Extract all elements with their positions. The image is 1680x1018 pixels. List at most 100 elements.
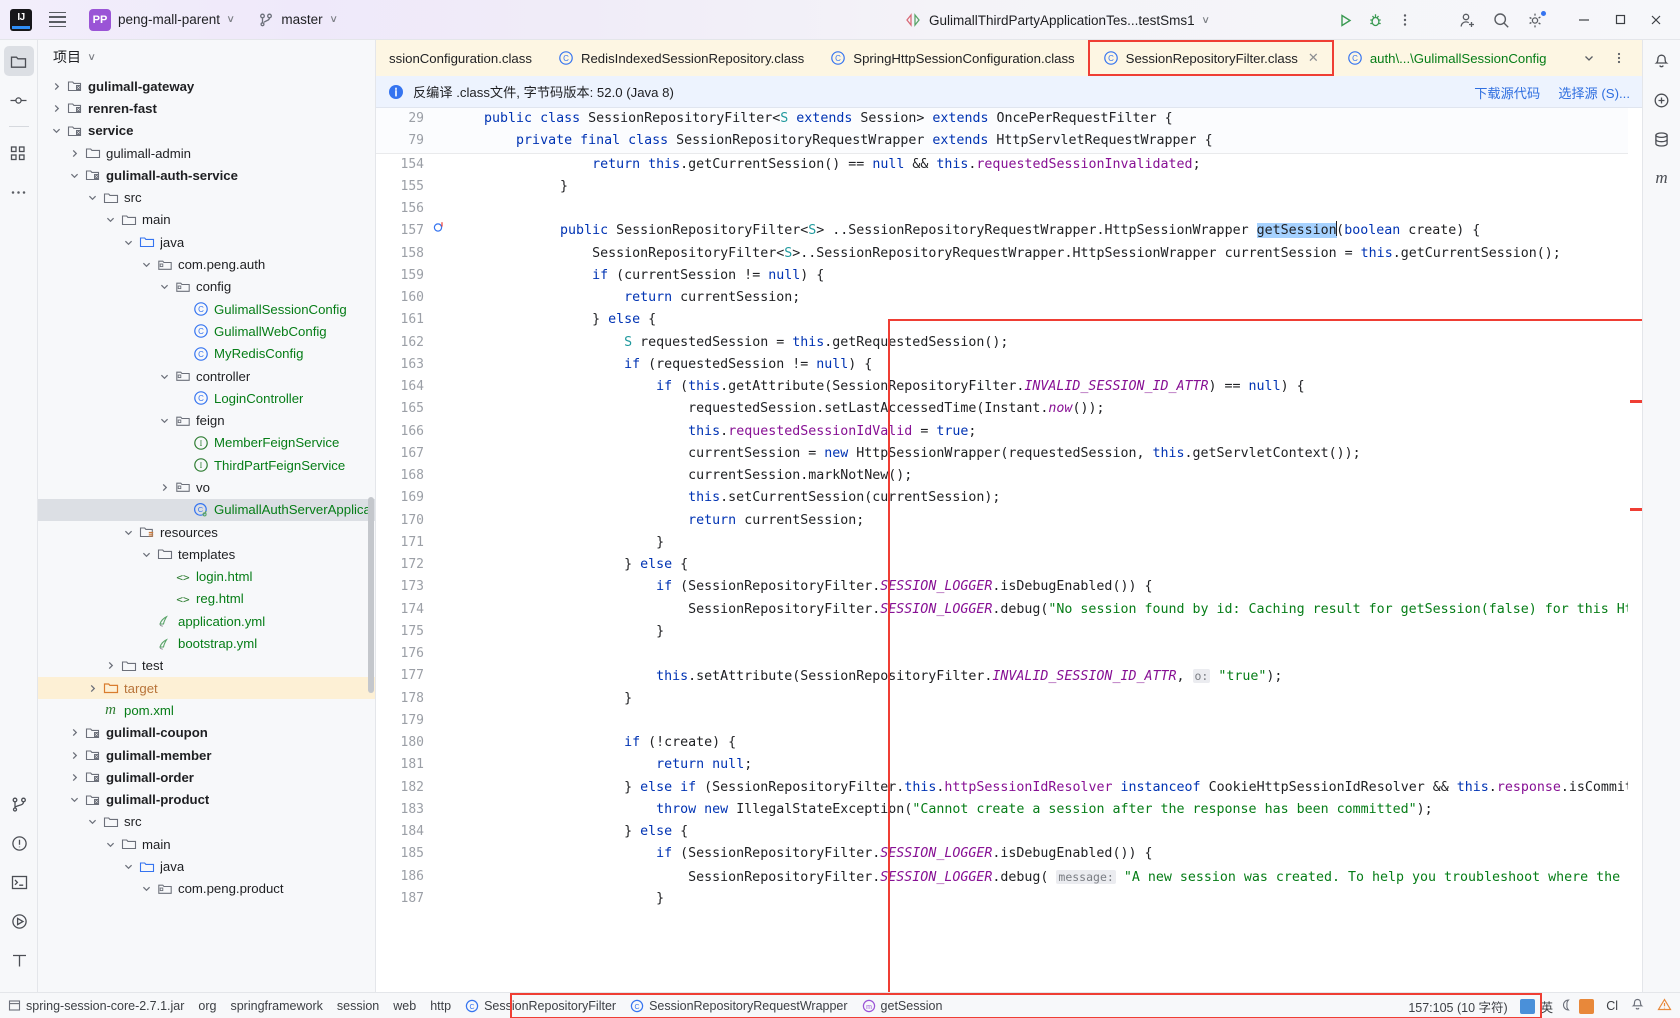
chevron-right-icon[interactable] [64,727,84,738]
tree-node-feign[interactable]: feign [38,409,375,431]
project-selector[interactable]: PP peng-mall-parent ∨ [84,7,239,33]
chevron-right-icon[interactable] [64,772,84,783]
code-line[interactable]: 162 S requestedSession = this.getRequest… [376,332,1642,354]
chevron-right-icon[interactable] [100,660,120,671]
code-line-text[interactable]: return currentSession; [492,510,1642,532]
tree-node-gulimall-auth-service[interactable]: gulimall-auth-service [38,164,375,186]
chevron-right-icon[interactable] [46,81,66,92]
error-marker[interactable] [1630,400,1642,403]
code-line-text[interactable]: } [492,176,1642,198]
status-jar-breadcrumb[interactable]: spring-session-core-2.7.1.jar [8,999,184,1013]
tool-button-database[interactable] [1647,124,1677,154]
code-line[interactable]: 170 return currentSession; [376,510,1642,532]
tree-node-gulimallsessionconfig[interactable]: C GulimallSessionConfig [38,298,375,320]
code-line-text[interactable]: if (currentSession != null) { [492,265,1642,287]
tree-node-gulimall-product[interactable]: gulimall-product [38,789,375,811]
editor-tab-redisindexedsessionrepository-class[interactable]: C RedisIndexedSessionRepository.class [545,40,817,76]
tree-node-application-yml[interactable]: application.yml [38,610,375,632]
project-tree[interactable]: gulimall-gateway renren-fast service gulima… [38,74,375,992]
tree-node-src[interactable]: src [38,186,375,208]
code-line[interactable]: 167 currentSession = new HttpSessionWrap… [376,443,1642,465]
code-lines[interactable]: 154 return this.getCurrentSession() == n… [376,154,1642,911]
error-marker[interactable] [1630,508,1642,511]
code-line-text[interactable]: } [492,688,1642,710]
code-line[interactable]: 164 if (this.getAttribute(SessionReposit… [376,376,1642,398]
tool-button-structure[interactable] [4,138,34,168]
code-line[interactable]: 171 } [376,532,1642,554]
choose-sources-link[interactable]: 选择源 (S)... [1558,83,1630,102]
tree-node-java[interactable]: java [38,855,375,877]
tree-node-gulimall-coupon[interactable]: gulimall-coupon [38,722,375,744]
chevron-down-icon[interactable] [154,415,174,426]
code-line-text[interactable]: currentSession = new HttpSessionWrapper(… [492,443,1642,465]
code-line[interactable]: 174 SessionRepositoryFilter.SESSION_LOGG… [376,599,1642,621]
tree-node-bootstrap-yml[interactable]: bootstrap.yml [38,632,375,654]
minimize-icon[interactable] [1566,0,1602,40]
code-line-text[interactable]: if (requestedSession != null) { [492,354,1642,376]
code-line[interactable]: 172 } else { [376,554,1642,576]
breadcrumb-class-sessionrepositoryfilter[interactable]: C SessionRepositoryFilter [465,999,616,1013]
code-line-text[interactable]: S requestedSession = this.getRequestedSe… [492,332,1642,354]
tool-button-more[interactable] [4,177,34,207]
tree-node-templates[interactable]: templates [38,543,375,565]
code-line[interactable]: 185 if (SessionRepositoryFilter.SESSION_… [376,843,1642,865]
breadcrumb-method-getsession[interactable]: m getSession [862,999,942,1013]
tree-node-src[interactable]: src [38,811,375,833]
editor-right-gutter[interactable] [1628,108,1642,992]
code-line[interactable]: 168 currentSession.markNotNew(); [376,465,1642,487]
tree-node-test[interactable]: test [38,655,375,677]
tool-button-run[interactable] [4,906,34,936]
chevron-down-icon[interactable] [46,125,66,136]
code-line-text[interactable]: } [492,532,1642,554]
code-line[interactable]: 179 [376,710,1642,732]
run-button[interactable] [1330,5,1360,35]
code-line-text[interactable]: SessionRepositoryFilter.SESSION_LOGGER.d… [492,599,1642,621]
tree-node-resources[interactable]: resources [38,521,375,543]
code-line[interactable]: 163 if (requestedSession != null) { [376,354,1642,376]
chevron-down-icon[interactable] [118,237,138,248]
code-line[interactable]: 161 } else { [376,309,1642,331]
breadcrumb-class-sessionrepositoryrequestwrapper[interactable]: C SessionRepositoryRequestWrapper [630,999,848,1013]
tree-node-logincontroller[interactable]: C LoginController [38,387,375,409]
add-user-icon[interactable] [1450,5,1484,35]
chevron-down-icon[interactable] [1574,43,1604,73]
code-line[interactable]: 178 } [376,688,1642,710]
breadcrumb-web[interactable]: web [393,999,416,1013]
notification-bell-icon[interactable] [1630,997,1645,1015]
tree-node-reg-html[interactable]: <> reg.html [38,588,375,610]
chevron-down-icon[interactable] [136,883,156,894]
code-line[interactable]: 182 } else if (SessionRepositoryFilter.t… [376,777,1642,799]
code-line[interactable]: 165 requestedSession.setLastAccessedTime… [376,398,1642,420]
editor-tabs[interactable]: ssionConfiguration.class C RedisIndexedSes… [376,40,1574,76]
code-line-text[interactable]: return null; [492,754,1642,776]
code-line-text[interactable]: public SessionRepositoryFilter<S> ..Sess… [492,220,1642,242]
code-line-text[interactable]: if (SessionRepositoryFilter.SESSION_LOGG… [492,576,1642,598]
chevron-down-icon[interactable] [82,192,102,203]
code-line[interactable]: 181 return null; [376,754,1642,776]
chevron-down-icon[interactable]: ∨ [87,52,96,63]
tree-node-myredisconfig[interactable]: C MyRedisConfig [38,343,375,365]
tree-node-controller[interactable]: controller [38,365,375,387]
breadcrumb-springframework[interactable]: springframework [230,999,322,1013]
code-line-text[interactable]: } [492,888,1642,910]
code-line[interactable]: 173 if (SessionRepositoryFilter.SESSION_… [376,576,1642,598]
tree-node-main[interactable]: main [38,209,375,231]
line-separator[interactable]: Cl [1606,999,1618,1013]
code-line[interactable]: 180 if (!create) { [376,732,1642,754]
tree-node-config[interactable]: config [38,276,375,298]
tree-node-pom-xml[interactable]: m pom.xml [38,699,375,721]
editor-tab-auth-gulimallsessionconfig[interactable]: Cauth\...\GulimallSessionConfig [1334,40,1560,76]
chevron-down-icon[interactable] [136,259,156,270]
code-line-text[interactable]: SessionRepositoryFilter.SESSION_LOGGER.d… [492,866,1642,889]
sticky-code-line[interactable]: 79 private final class SessionRepository… [376,130,1642,152]
tree-node-gulimall-order[interactable]: gulimall-order [38,766,375,788]
search-icon[interactable] [1484,5,1518,35]
run-configuration-selector[interactable]: GulimallThirdPartyApplicationTes...testS… [898,7,1215,33]
code-line-text[interactable]: this.setCurrentSession(currentSession); [492,487,1642,509]
chevron-down-icon[interactable] [100,839,120,850]
warning-icon[interactable] [1657,997,1672,1015]
code-line[interactable]: 157 public SessionRepositoryFilter<S> ..… [376,220,1642,242]
tree-node-target[interactable]: target [38,677,375,700]
gear-icon[interactable] [1518,5,1552,35]
code-line[interactable]: 160 return currentSession; [376,287,1642,309]
